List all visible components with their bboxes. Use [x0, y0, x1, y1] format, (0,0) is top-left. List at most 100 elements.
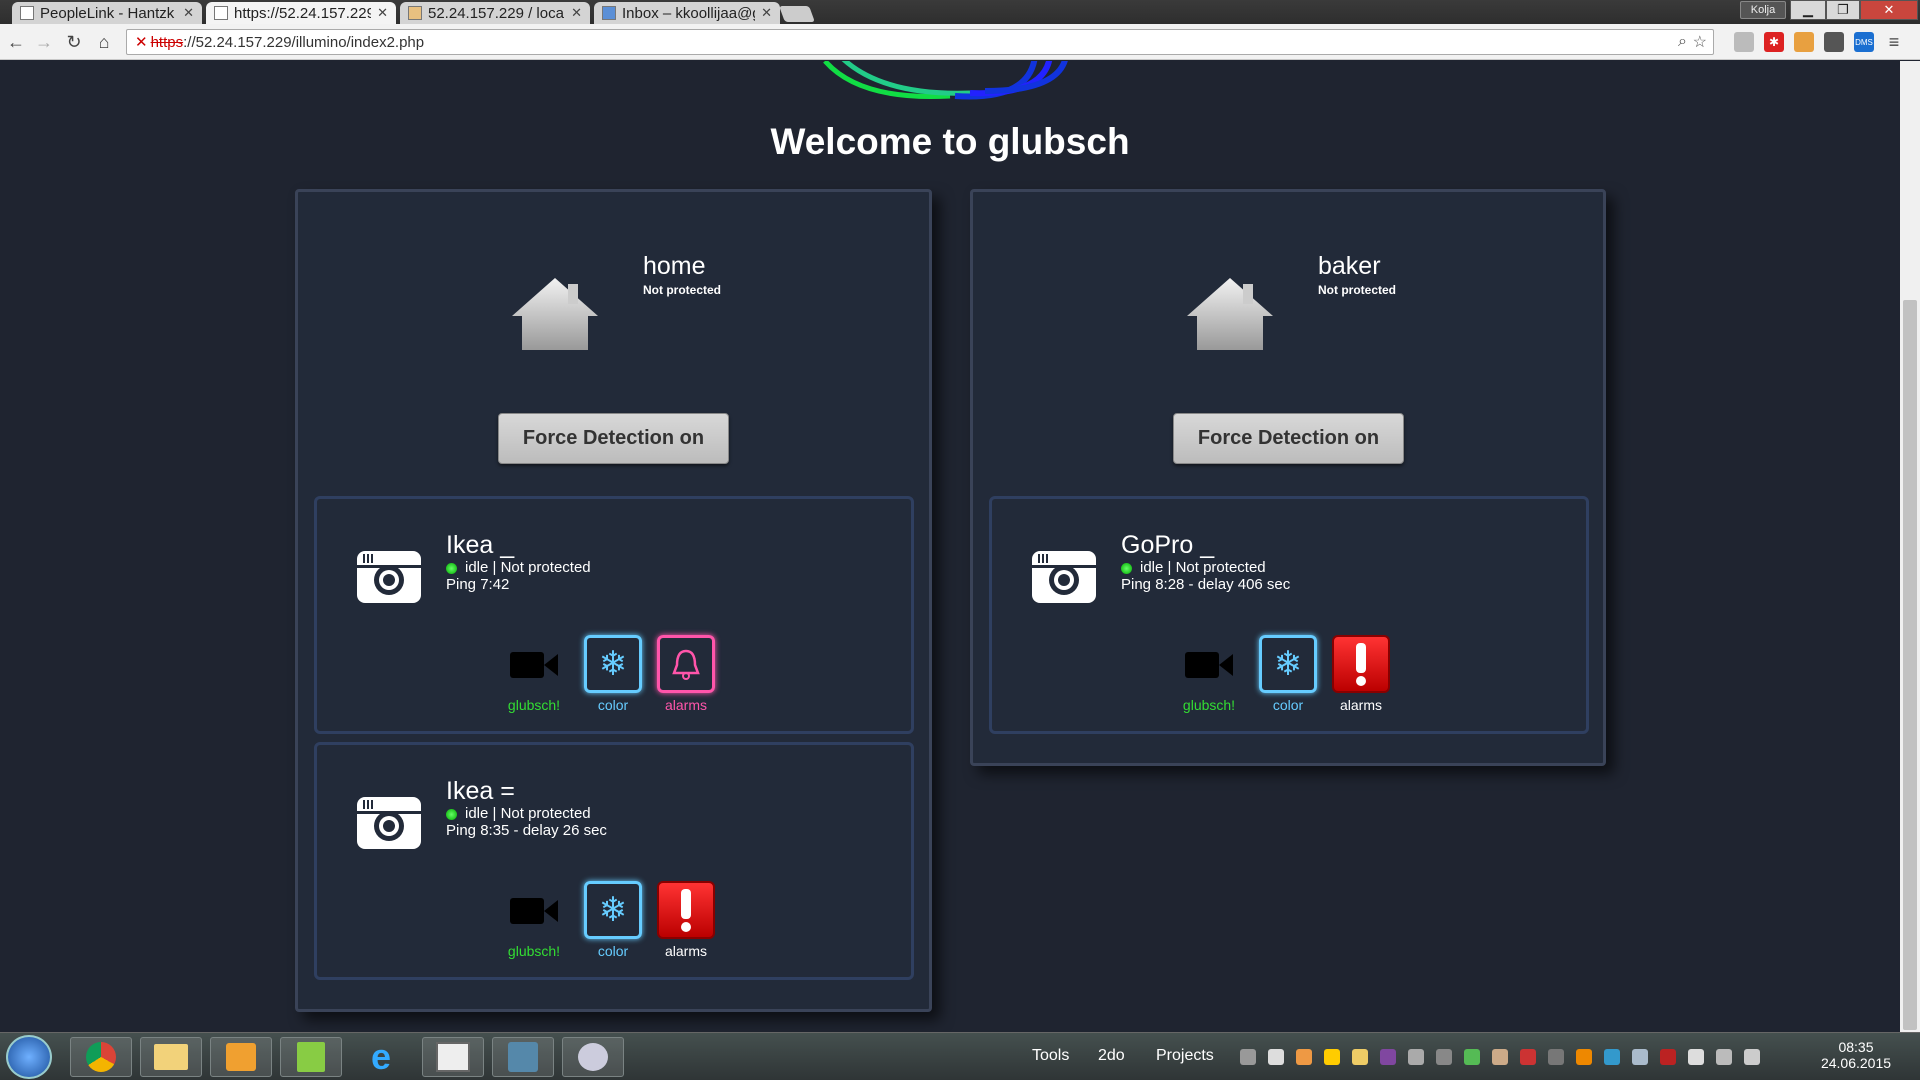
shield-icon[interactable] — [1660, 1049, 1676, 1065]
explorer-taskbar-button[interactable] — [140, 1037, 202, 1077]
house-icon — [512, 278, 598, 350]
force-detection-button[interactable]: Force Detection on — [498, 413, 729, 464]
tray-icon[interactable] — [1408, 1049, 1424, 1065]
profile-badge[interactable]: Kolja — [1740, 1, 1786, 19]
video-camera-icon — [510, 898, 558, 924]
power-icon[interactable] — [1688, 1049, 1704, 1065]
tray-icon[interactable] — [1324, 1049, 1340, 1065]
color-button[interactable]: ❄ — [584, 635, 642, 693]
minimize-button[interactable]: ▁ — [1790, 0, 1826, 20]
tab-phpmyadmin[interactable]: 52.24.157.229 / local ✕ — [400, 2, 590, 24]
close-icon[interactable]: ✕ — [571, 5, 582, 21]
close-icon[interactable]: ✕ — [377, 5, 388, 21]
tab-illumino[interactable]: https://52.24.157.229 ✕ — [206, 2, 396, 24]
alarms-button[interactable] — [1332, 635, 1390, 693]
back-arrow-icon[interactable]: ← — [4, 30, 28, 54]
window-taskbar-button[interactable] — [422, 1037, 484, 1077]
camera-state-text: idle | Not protected — [465, 559, 591, 576]
camera-ping: Ping 7:42 — [446, 576, 510, 593]
glubsch-label: glubsch! — [507, 943, 561, 959]
reload-icon[interactable]: ↻ — [62, 30, 86, 54]
tray-icon[interactable] — [1604, 1049, 1620, 1065]
tab-label: 52.24.157.229 / local — [428, 4, 566, 22]
menu-icon[interactable]: ≡ — [1884, 32, 1904, 52]
palette-icon — [578, 1043, 608, 1071]
glubsch-button[interactable] — [503, 881, 565, 941]
snowflake-icon: ❄ — [598, 645, 628, 683]
url-scheme: https — [150, 33, 184, 51]
browser-toolbar: ← → ↻ ⌂ ✕ https ://52.24.157.229/illumin… — [0, 24, 1920, 60]
address-bar[interactable]: ✕ https ://52.24.157.229/illumino/index2… — [126, 29, 1714, 55]
tab-label: https://52.24.157.229 — [234, 4, 372, 22]
camera-name: Ikea _ — [446, 531, 515, 559]
camera-card-gopro: GoPro _ idle | Not protected Ping 8:28 -… — [989, 496, 1589, 734]
alarms-button[interactable] — [657, 635, 715, 693]
close-icon[interactable]: ✕ — [183, 5, 194, 21]
extension-icon[interactable] — [1734, 32, 1754, 52]
bell-icon[interactable] — [1268, 1049, 1284, 1065]
location-name: baker — [1318, 252, 1381, 280]
forward-arrow-icon[interactable]: → — [32, 30, 56, 54]
tray-icon[interactable] — [1520, 1049, 1536, 1065]
extension-icon[interactable] — [1824, 32, 1844, 52]
outlook-taskbar-button[interactable] — [210, 1037, 272, 1077]
status-dot-icon — [446, 562, 457, 574]
toolbar-tools[interactable]: Tools — [1032, 1047, 1069, 1065]
close-icon[interactable]: ✕ — [761, 5, 772, 21]
tray-icon[interactable] — [1492, 1049, 1508, 1065]
scrollbar-thumb[interactable] — [1903, 300, 1917, 1030]
color-button[interactable]: ❄ — [584, 881, 642, 939]
tab-inbox[interactable]: Inbox – kkoollijaa@g ✕ — [594, 2, 780, 24]
chrome-tray-icon[interactable] — [1296, 1049, 1312, 1065]
bookmark-star-icon[interactable]: ☆ — [1693, 32, 1707, 52]
glubsch-button[interactable] — [503, 635, 565, 695]
alarms-label: alarms — [664, 697, 707, 713]
paint-taskbar-button[interactable] — [562, 1037, 624, 1077]
internet-explorer-icon: e — [370, 1036, 392, 1077]
zoom-icon[interactable]: ⌕ — [1678, 33, 1687, 51]
tray-icon[interactable] — [1464, 1049, 1480, 1065]
page-title: Welcome to glubsch — [770, 121, 1130, 162]
onenote-icon[interactable] — [1380, 1049, 1396, 1065]
tab-peoplelink[interactable]: PeopleLink - Hantzk ✕ — [12, 2, 202, 24]
network-signal-icon[interactable] — [1716, 1049, 1732, 1065]
home-icon[interactable]: ⌂ — [92, 30, 116, 54]
force-detection-button[interactable]: Force Detection on — [1173, 413, 1404, 464]
notepad-taskbar-button[interactable] — [280, 1037, 342, 1077]
tray-icon[interactable] — [1548, 1049, 1564, 1065]
chrome-taskbar-button[interactable] — [70, 1037, 132, 1077]
tray-icon[interactable] — [1436, 1049, 1452, 1065]
glubsch-button[interactable] — [1178, 635, 1240, 695]
toolbar-projects[interactable]: Projects — [1156, 1047, 1214, 1065]
color-label: color — [597, 697, 629, 713]
tab-label: PeopleLink - Hantzk — [40, 4, 175, 22]
page-icon — [20, 6, 34, 20]
extension-icon[interactable] — [1794, 32, 1814, 52]
tray-icon[interactable] — [1240, 1049, 1256, 1065]
close-window-button[interactable]: ✕ — [1860, 0, 1918, 20]
chrome-icon — [86, 1042, 116, 1072]
clock-date: 24.06.2015 — [1820, 1055, 1892, 1071]
camera-state: idle | Not protected — [446, 559, 591, 576]
alarms-button[interactable] — [657, 881, 715, 939]
window-icon — [436, 1042, 470, 1072]
location-card-baker: baker Not protected Force Detection on G… — [970, 189, 1606, 766]
new-tab-button[interactable] — [779, 6, 815, 22]
start-button[interactable] — [6, 1035, 52, 1079]
maximize-button[interactable]: ❐ — [1826, 0, 1860, 20]
extension-icon[interactable]: DMS — [1854, 32, 1874, 52]
tray-icon[interactable] — [1632, 1049, 1648, 1065]
color-button[interactable]: ❄ — [1259, 635, 1317, 693]
volume-muted-icon[interactable] — [1744, 1049, 1760, 1065]
location-name: home — [643, 252, 706, 280]
clock[interactable]: 08:35 24.06.2015 — [1800, 1039, 1912, 1071]
tray-icon[interactable] — [1576, 1049, 1592, 1065]
ie-taskbar-button[interactable]: e — [350, 1036, 412, 1077]
camera-ping: Ping 8:35 - delay 26 sec — [446, 822, 607, 839]
network-taskbar-button[interactable] — [492, 1037, 554, 1077]
network-icon — [508, 1042, 538, 1072]
toolbar-2do[interactable]: 2do — [1098, 1047, 1125, 1065]
location-status: Not protected — [1318, 283, 1396, 297]
mail-icon[interactable] — [1352, 1049, 1368, 1065]
extension-icon[interactable]: ✱ — [1764, 32, 1784, 52]
